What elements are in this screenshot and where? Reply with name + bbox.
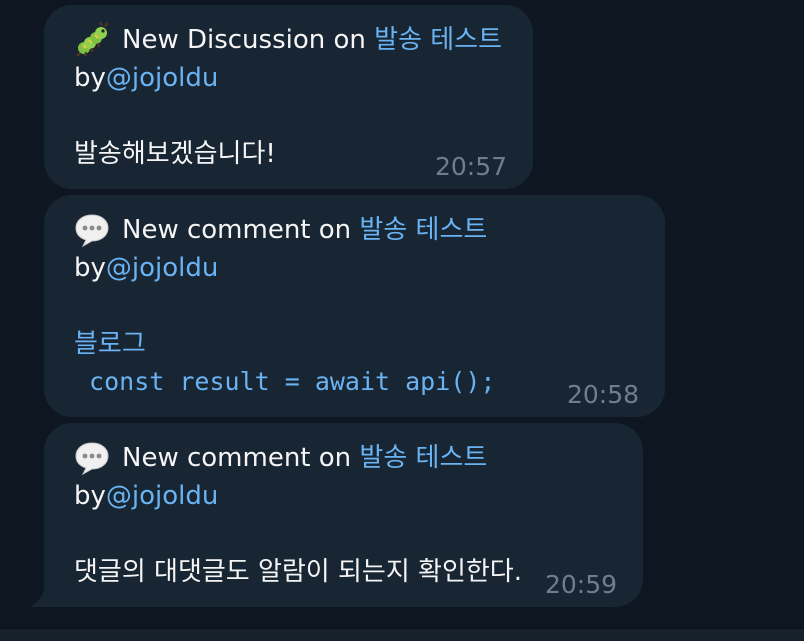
blog-link[interactable]: 블로그 bbox=[74, 325, 637, 363]
author-link[interactable]: @jojoldu bbox=[106, 253, 218, 283]
speech-balloon-icon bbox=[74, 212, 110, 248]
message-title-prefix: New Discussion on bbox=[122, 25, 366, 55]
by-label: by bbox=[74, 481, 106, 511]
message-author-line: by@jojoldu bbox=[74, 59, 505, 97]
speech-balloon-icon bbox=[74, 440, 110, 476]
message-bubble[interactable]: New Discussion on 발송 테스트 by@jojoldu 발송해보… bbox=[44, 5, 533, 189]
message-time: 20:57 bbox=[434, 152, 507, 181]
chat-history: New Discussion on 발송 테스트 by@jojoldu 발송해보… bbox=[0, 0, 804, 628]
message-title: New Discussion on 발송 테스트 bbox=[74, 21, 505, 59]
message-author-line: by@jojoldu bbox=[74, 477, 615, 515]
by-label: by bbox=[74, 253, 106, 283]
message-bubble[interactable]: New comment on 발송 테스트 by@jojoldu 블로그 con… bbox=[44, 195, 665, 417]
message-time: 20:59 bbox=[544, 570, 617, 599]
author-link[interactable]: @jojoldu bbox=[106, 63, 218, 93]
code-snippet: const result = await api(); bbox=[74, 367, 496, 396]
message-title: New comment on 발송 테스트 bbox=[74, 211, 637, 249]
bug-icon bbox=[74, 22, 110, 58]
message-title-prefix: New comment on bbox=[122, 215, 352, 245]
message-body: 댓글의 대댓글도 알람이 되는지 확인한다. bbox=[74, 557, 522, 587]
message-bubble[interactable]: New comment on 발송 테스트 by@jojoldu 댓글의 대댓글… bbox=[44, 423, 643, 607]
bubble-tail bbox=[30, 583, 46, 607]
message-title: New comment on 발송 테스트 bbox=[74, 439, 615, 477]
by-label: by bbox=[74, 63, 106, 93]
discussion-link[interactable]: 발송 테스트 bbox=[359, 439, 487, 477]
composer-divider bbox=[0, 628, 804, 641]
discussion-link[interactable]: 발송 테스트 bbox=[359, 211, 487, 249]
author-link[interactable]: @jojoldu bbox=[106, 481, 218, 511]
message-author-line: by@jojoldu bbox=[74, 249, 637, 287]
message-title-prefix: New comment on bbox=[122, 443, 352, 473]
discussion-link[interactable]: 발송 테스트 bbox=[374, 21, 502, 59]
message-time: 20:58 bbox=[566, 380, 639, 409]
